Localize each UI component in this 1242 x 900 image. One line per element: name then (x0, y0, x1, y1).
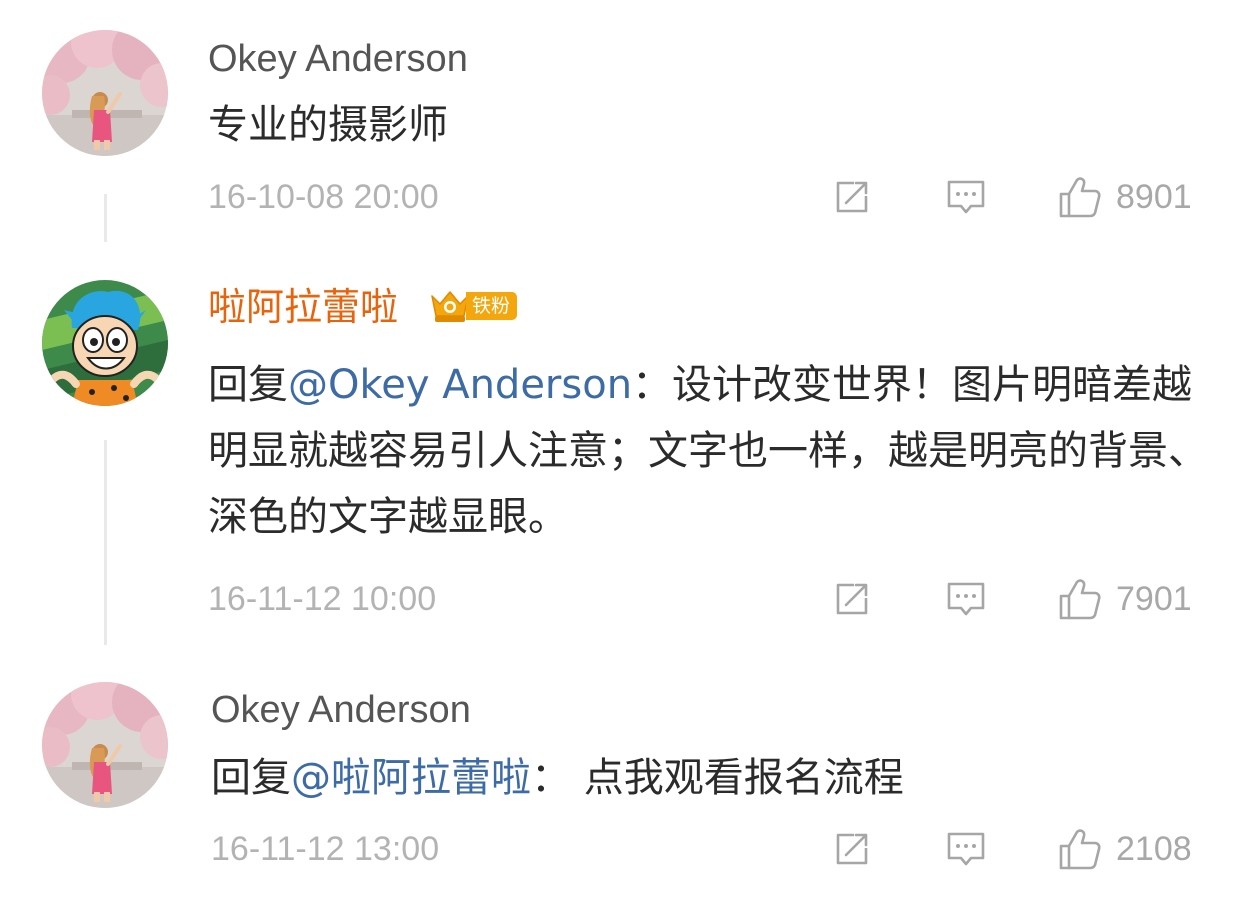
comment-meta: 16-11-12 13:00 2108 (0, 824, 1242, 874)
share-icon[interactable] (832, 579, 872, 619)
timestamp: 16-11-12 13:00 (211, 830, 440, 868)
fan-badge: 铁粉 (428, 286, 518, 326)
girl-blossom-photo-icon (42, 30, 168, 156)
share-icon[interactable] (832, 829, 872, 869)
cartoon-blue-hair-icon (42, 280, 168, 406)
reply-body: ： 点我观看报名流程 (531, 755, 904, 801)
avatar[interactable] (42, 30, 168, 156)
timestamp: 16-10-08 20:00 (208, 178, 439, 216)
comment-icon[interactable] (946, 177, 986, 217)
comment-icon[interactable] (946, 829, 986, 869)
thread-line (104, 194, 107, 242)
thumbs-up-icon[interactable] (1057, 174, 1103, 220)
mention-link[interactable]: @啦阿拉蕾啦 (291, 755, 531, 801)
like-count: 8901 (1116, 178, 1192, 216)
comment-text: 回复@Okey Anderson：设计改变世界！图片明暗差越明显就越容易引人注意… (208, 352, 1208, 550)
fan-badge-label: 铁粉 (466, 292, 518, 320)
author-name[interactable]: 啦阿拉蕾啦 (208, 284, 398, 330)
comment-text: 回复@啦阿拉蕾啦： 点我观看报名流程 (211, 745, 1211, 811)
thread-line (104, 440, 107, 645)
reply-prefix: 回复 (211, 755, 291, 801)
like-count: 2108 (1116, 830, 1192, 868)
author-name[interactable]: Okey Anderson (208, 36, 468, 82)
thumbs-up-icon[interactable] (1057, 826, 1103, 872)
girl-blossom-photo-icon (42, 682, 168, 808)
author-name[interactable]: Okey Anderson (211, 687, 471, 733)
comment-meta: 16-10-08 20:00 8901 (0, 172, 1242, 222)
comment-meta: 16-11-12 10:00 7901 (0, 574, 1242, 624)
thumbs-up-icon[interactable] (1057, 576, 1103, 622)
like-count: 7901 (1116, 580, 1192, 618)
avatar[interactable] (42, 682, 168, 808)
share-icon[interactable] (832, 177, 872, 217)
reply-prefix: 回复 (208, 362, 288, 408)
timestamp: 16-11-12 10:00 (208, 580, 437, 618)
mention-link[interactable]: @Okey Anderson (288, 362, 632, 408)
comment-text: 专业的摄影师 (208, 102, 448, 148)
comment-icon[interactable] (946, 579, 986, 619)
avatar[interactable] (42, 280, 168, 406)
